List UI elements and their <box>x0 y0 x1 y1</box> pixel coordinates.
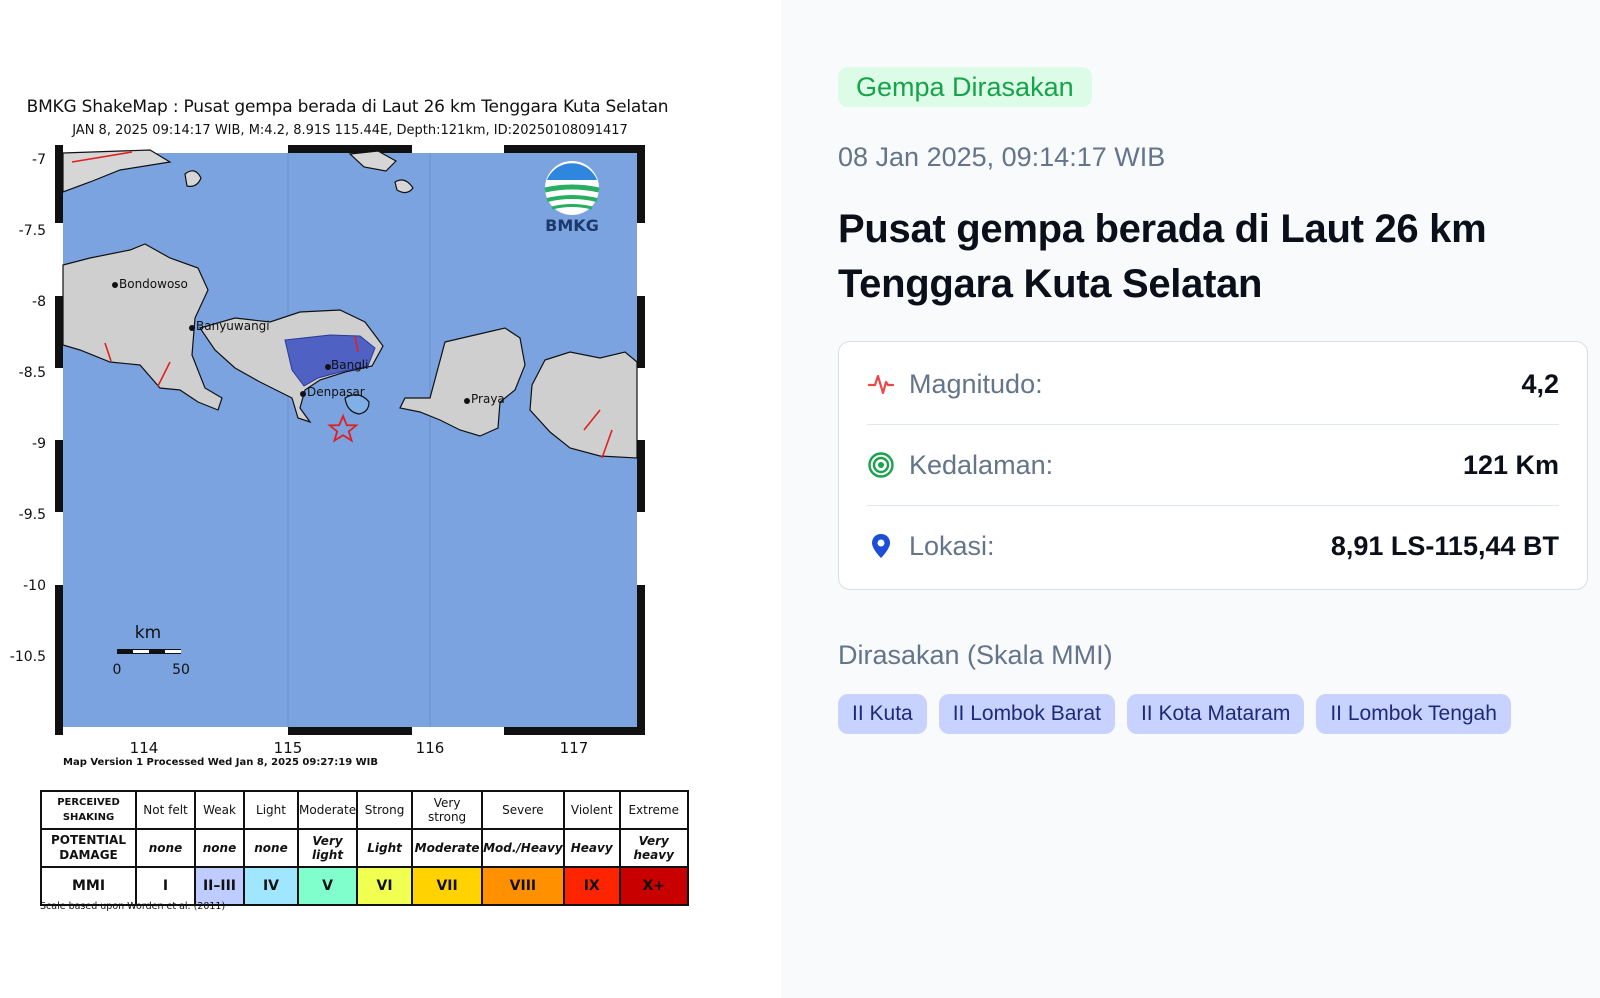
mmi-cell: IV <box>243 866 299 906</box>
mmi-legend-table: PERCEIVED SHAKING Not felt Weak Light Mo… <box>40 790 689 906</box>
legend-cell: none <box>194 828 245 868</box>
legend-cell: Mod./Heavy <box>481 828 565 868</box>
legend-cell: Very light <box>296 828 359 868</box>
city-banyuwangi: Banyuwangi <box>196 319 270 333</box>
location-row: Lokasi: 8,91 LS-115,44 BT <box>867 506 1559 586</box>
shakemap-panel: BMKG ShakeMap : Pusat gempa berada di La… <box>0 0 781 998</box>
felt-area-tags: II Kuta II Lombok Barat II Kota Mataram … <box>838 694 1511 734</box>
legend-cell: Very strong <box>411 790 484 830</box>
bmkg-logo-icon: BMKG <box>544 161 600 235</box>
legend-cell: none <box>135 828 196 868</box>
magnitude-value: 4,2 <box>1521 368 1559 399</box>
location-value: 8,91 LS-115,44 BT <box>1330 530 1559 561</box>
depth-value: 121 Km <box>1462 449 1559 480</box>
potential-damage-label: POTENTIAL DAMAGE <box>40 828 137 868</box>
legend-cell: Very heavy <box>618 828 689 868</box>
mmi-cell: V <box>296 866 359 906</box>
city-denpasar: Denpasar <box>307 385 365 399</box>
felt-area-tag: II Kuta <box>838 694 927 734</box>
lat-axis-labels: -7 -7.5 -8 -8.5 -9 -9.5 -10 -10.5 <box>10 152 46 665</box>
svg-text:-9: -9 <box>32 436 46 452</box>
pulse-icon <box>867 374 895 395</box>
shakemap-subtitle: JAN 8, 2025 09:14:17 WIB, M:4.2, 8.91S 1… <box>72 123 628 138</box>
mmi-cell: VI <box>356 866 414 906</box>
legend-cell: Violent <box>562 790 621 830</box>
city-praya: Praya <box>471 392 505 406</box>
magnitude-row: Magnitudo: 4,2 <box>867 344 1559 425</box>
svg-text:50: 50 <box>172 662 190 678</box>
legend-cell: Light <box>243 790 299 830</box>
city-bondowoso: Bondowoso <box>119 277 188 291</box>
mmi-cell: II–III <box>194 866 245 906</box>
mmi-cell: VII <box>411 866 484 906</box>
event-info-card: Magnitudo: 4,2 Kedalaman: 121 Km Lokasi:… <box>838 341 1588 590</box>
svg-text:114: 114 <box>130 739 159 755</box>
svg-text:115: 115 <box>274 739 303 755</box>
svg-text:-9.5: -9.5 <box>19 507 46 523</box>
perceived-shaking-label: PERCEIVED SHAKING <box>40 790 137 830</box>
felt-section-title: Dirasakan (Skala MMI) <box>838 640 1113 670</box>
felt-area-tag: II Lombok Barat <box>938 694 1115 734</box>
map-pin-icon <box>872 534 890 558</box>
target-icon <box>868 452 894 478</box>
mmi-cell: X+ <box>618 866 689 906</box>
svg-text:-7: -7 <box>32 152 46 168</box>
mmi-cell: IX <box>562 866 621 906</box>
legend-cell: none <box>243 828 299 868</box>
svg-text:0: 0 <box>113 662 122 678</box>
svg-text:117: 117 <box>560 739 589 755</box>
legend-cell: Strong <box>356 790 414 830</box>
legend-cell: Light <box>356 828 414 868</box>
shakemap-map: Bondowoso Banyuwangi Bangli Denpasar Pra… <box>10 145 645 755</box>
legend-cell: Heavy <box>562 828 621 868</box>
mmi-cell: VIII <box>481 866 565 906</box>
svg-text:km: km <box>135 623 161 643</box>
svg-text:-8: -8 <box>32 294 46 310</box>
depth-row: Kedalaman: 121 Km <box>867 425 1559 506</box>
lon-axis-labels: 114 115 116 117 <box>130 739 589 755</box>
felt-area-tag: II Kota Mataram <box>1126 694 1305 734</box>
svg-text:BMKG: BMKG <box>545 216 599 235</box>
magnitude-label: Magnitudo: <box>909 368 1043 399</box>
legend-cell: Moderate <box>296 790 359 830</box>
depth-label: Kedalaman: <box>909 449 1054 480</box>
mmi-label: MMI <box>40 866 137 906</box>
legend-cell: Severe <box>481 790 565 830</box>
legend-cell: Not felt <box>135 790 196 830</box>
location-label: Lokasi: <box>909 530 995 561</box>
svg-text:116: 116 <box>416 739 445 755</box>
svg-text:-7.5: -7.5 <box>19 223 46 239</box>
felt-area-tag: II Lombok Tengah <box>1316 694 1511 734</box>
svg-text:-10: -10 <box>23 578 46 594</box>
legend-cell: Extreme <box>618 790 689 830</box>
event-headline: Pusat gempa berada di Laut 26 km Tenggar… <box>838 207 1487 306</box>
scale-note: Scale based upon Worden et al. (2011) <box>40 901 226 912</box>
shakemap-title: BMKG ShakeMap : Pusat gempa berada di La… <box>26 97 669 117</box>
city-bangli: Bangli <box>331 358 368 372</box>
legend-cell: Weak <box>194 790 245 830</box>
svg-text:-10.5: -10.5 <box>10 649 46 665</box>
legend-cell: Moderate <box>411 828 484 868</box>
mmi-cell: I <box>135 866 196 906</box>
event-datetime: 08 Jan 2025, 09:14:17 WIB <box>838 142 1166 172</box>
svg-text:-8.5: -8.5 <box>19 365 46 381</box>
map-version: Map Version 1 Processed Wed Jan 8, 2025 … <box>63 757 379 768</box>
felt-badge: Gempa Dirasakan <box>838 67 1092 107</box>
